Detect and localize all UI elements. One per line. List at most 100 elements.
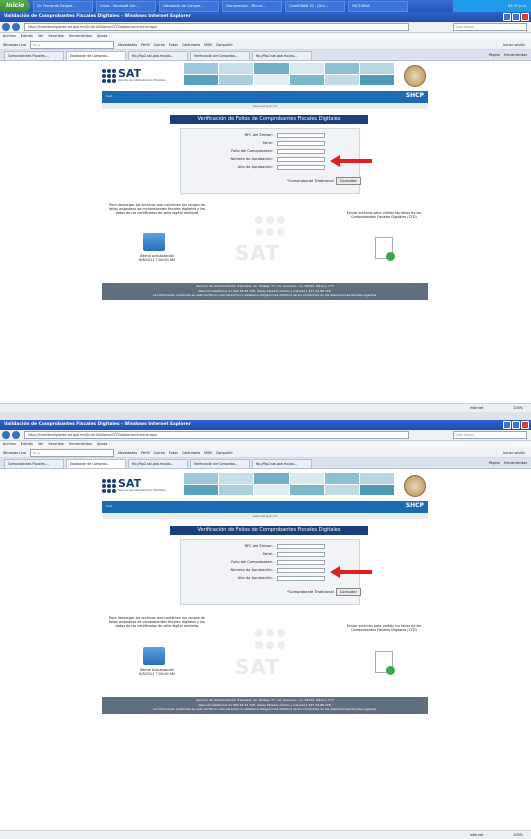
menu-ayuda[interactable]: Ayuda xyxy=(97,441,107,448)
field-label: RFC del Emisor: xyxy=(244,544,273,548)
menu-favoritos[interactable]: Favoritos xyxy=(49,33,64,40)
signin-link[interactable]: Iniciar sesión xyxy=(503,43,531,47)
close-button[interactable] xyxy=(521,13,529,21)
taskbar-item[interactable]: Dr. Fernando Delgad... xyxy=(33,0,94,12)
tab-active[interactable]: Validación de Comprob... xyxy=(66,51,126,60)
taskbar-item[interactable]: Validación de Compro... xyxy=(159,0,220,12)
link-perfil[interactable]: Perfil xyxy=(141,451,149,455)
tab[interactable]: Verificación de Comproba... xyxy=(190,51,250,60)
tools-menu[interactable]: Herramientas xyxy=(504,458,527,468)
menu-favoritos[interactable]: Favoritos xyxy=(49,441,64,448)
tab[interactable]: ftp://ftp2.sat.gob.mx/asi... xyxy=(128,459,188,468)
menu-archivo[interactable]: Archivo xyxy=(3,33,16,40)
taskbar-item[interactable]: Documento1 - Micros... xyxy=(222,0,283,12)
form-title: Verificación de Folios de Comprobantes F… xyxy=(170,526,368,535)
upload-document-icon[interactable] xyxy=(375,651,395,675)
rfc-emisor-input[interactable] xyxy=(277,544,325,549)
upload-document-icon[interactable] xyxy=(375,237,395,261)
link-msn[interactable]: MSN xyxy=(204,43,212,47)
page-menu[interactable]: Página xyxy=(489,458,500,468)
field-label: Número de Aprobación: xyxy=(230,157,273,161)
page-menu[interactable]: Página xyxy=(489,50,500,60)
folio-input[interactable] xyxy=(277,149,325,154)
serie-input[interactable] xyxy=(277,141,325,146)
mexico-seal-icon xyxy=(404,65,426,87)
url-input[interactable]: https://tramitesdigitales.sat.gob.mx/Sic… xyxy=(24,23,409,31)
back-icon[interactable] xyxy=(2,23,10,31)
anio-aprobacion-input[interactable] xyxy=(277,165,325,170)
address-bar: https://tramitesdigitales.sat.gob.mx/Sic… xyxy=(0,22,531,33)
windows-live-label: Windows Live xyxy=(3,42,27,47)
link-msn[interactable]: MSN xyxy=(204,451,212,455)
taskbar-item[interactable]: FACTURAS xyxy=(348,0,409,12)
minimize-button[interactable] xyxy=(503,13,511,21)
taskbar-item[interactable]: Inbox - Microsoft Out... xyxy=(96,0,157,12)
search-input[interactable]: Live Search xyxy=(453,431,527,439)
link-calendario[interactable]: Calendario xyxy=(182,43,200,47)
signin-link[interactable]: Iniciar sesión xyxy=(503,451,531,455)
consultar-button[interactable]: Consultar xyxy=(335,177,361,185)
minimize-button[interactable] xyxy=(503,421,511,429)
menu-edicion[interactable]: Edición xyxy=(21,441,33,448)
field-label: RFC del Emisor: xyxy=(244,133,273,137)
nav-bar: Salir SHCP xyxy=(102,501,428,513)
link-compartir[interactable]: Compartir xyxy=(216,43,233,47)
forward-icon[interactable] xyxy=(12,23,20,31)
tab[interactable]: Comprobantes Fiscales-... xyxy=(4,459,64,468)
menu-ver[interactable]: Ver xyxy=(38,33,44,40)
tab-active[interactable]: Validación de Comprob... xyxy=(66,459,126,468)
tab[interactable]: Verificación de Comproba... xyxy=(190,459,250,468)
maximize-button[interactable] xyxy=(512,421,520,429)
link-correo[interactable]: Correo xyxy=(154,43,165,47)
link-fotos[interactable]: Fotos xyxy=(169,43,178,47)
tab[interactable]: ftp://ftp2.sat.gob.mx/asi... xyxy=(128,51,188,60)
link-novedades[interactable]: Novedades xyxy=(118,43,137,47)
menu-herramientas[interactable]: Herramientas xyxy=(69,33,92,40)
tools-menu[interactable]: Herramientas xyxy=(504,50,527,60)
search-input[interactable]: Live Search xyxy=(453,23,527,31)
folder-icon[interactable] xyxy=(143,647,165,665)
menu-ver[interactable]: Ver xyxy=(38,441,44,448)
numero-aprobacion-input[interactable] xyxy=(277,157,325,162)
back-icon[interactable] xyxy=(2,431,10,439)
serie-input[interactable] xyxy=(277,552,325,557)
status-bar: Internet 100% xyxy=(0,830,531,839)
folio-input[interactable] xyxy=(277,560,325,565)
bing-search-input[interactable]: Bing xyxy=(30,448,115,457)
consultar-button[interactable]: Consultar xyxy=(335,588,361,596)
menu-ayuda[interactable]: Ayuda xyxy=(97,33,107,40)
link-novedades[interactable]: Novedades xyxy=(118,451,137,455)
zoom-level[interactable]: 100% xyxy=(513,404,523,412)
upload-text: Enviar archivos para validar los folios … xyxy=(346,624,422,633)
maximize-button[interactable] xyxy=(512,13,520,21)
menu-archivo[interactable]: Archivo xyxy=(3,441,16,448)
tab-strip: Comprobantes Fiscales-... Validación de … xyxy=(0,458,531,469)
salir-link[interactable]: Salir xyxy=(106,94,113,98)
taskbar-item[interactable]: CorelDRAW X3 - [Gra... xyxy=(285,0,346,12)
tab[interactable]: ftp://ftp2.sat.gob.mx/asi... xyxy=(252,51,312,60)
window-title: Validación de Comprobantes Fiscales Digi… xyxy=(0,12,531,22)
close-button[interactable] xyxy=(521,421,529,429)
link-fotos[interactable]: Fotos xyxy=(169,451,178,455)
tab[interactable]: ftp://ftp2.sat.gob.mx/asi... xyxy=(252,459,312,468)
folder-icon[interactable] xyxy=(143,233,165,251)
shcp-label: SHCP xyxy=(405,92,424,99)
salir-link[interactable]: Salir xyxy=(106,504,113,508)
forward-icon[interactable] xyxy=(12,431,20,439)
link-compartir[interactable]: Compartir xyxy=(216,451,233,455)
bing-search-input[interactable]: Bing xyxy=(30,40,115,49)
anio-aprobacion-input[interactable] xyxy=(277,576,325,581)
numero-aprobacion-input[interactable] xyxy=(277,568,325,573)
windows-live-label: Windows Live xyxy=(3,450,27,455)
tab[interactable]: Comprobantes Fiscales-... xyxy=(4,51,64,60)
link-calendario[interactable]: Calendario xyxy=(182,451,200,455)
menu-edicion[interactable]: Edición xyxy=(21,33,33,40)
url-input[interactable]: https://tramitesdigitales.sat.gob.mx/Sic… xyxy=(24,431,409,439)
link-correo[interactable]: Correo xyxy=(154,451,165,455)
menu-herramientas[interactable]: Herramientas xyxy=(69,441,92,448)
field-label: Número de Aprobación: xyxy=(230,568,273,572)
rfc-emisor-input[interactable] xyxy=(277,133,325,138)
start-button[interactable]: Inicio xyxy=(0,0,31,12)
link-perfil[interactable]: Perfil xyxy=(141,43,149,47)
zoom-level[interactable]: 100% xyxy=(513,831,523,839)
